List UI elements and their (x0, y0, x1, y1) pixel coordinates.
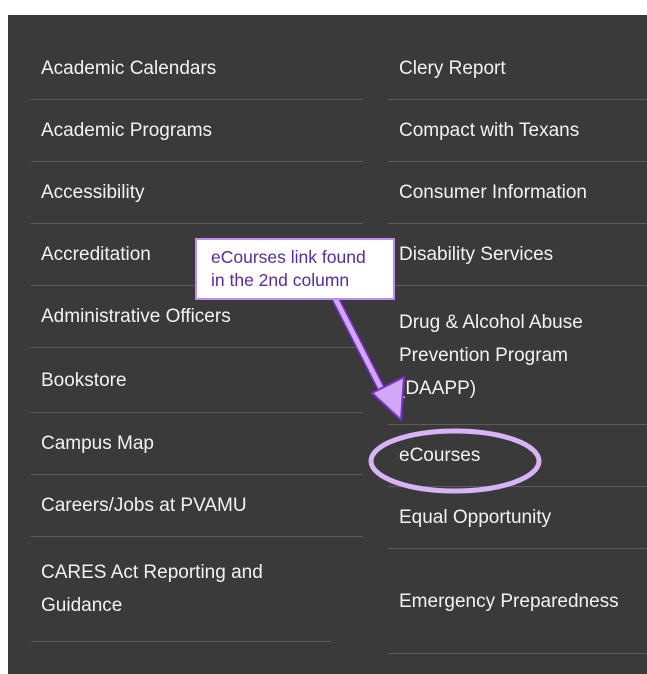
link-emergency-preparedness[interactable]: Emergency Preparedness (388, 549, 647, 654)
link-compact-with-texans[interactable]: Compact with Texans (388, 100, 647, 162)
link-bookstore[interactable]: Bookstore (31, 348, 363, 413)
quick-links-panel: Academic Calendars Academic Programs Acc… (8, 15, 647, 674)
link-ecourses[interactable]: eCourses (388, 425, 647, 487)
link-academic-calendars[interactable]: Academic Calendars (31, 38, 363, 100)
links-column-2: Clery Report Compact with Texans Consume… (388, 38, 647, 654)
link-drug-alcohol-abuse[interactable]: Drug & Alcohol Abuse Prevention Program … (388, 286, 647, 425)
link-consumer-information[interactable]: Consumer Information (388, 162, 647, 224)
link-careers-jobs[interactable]: Careers/Jobs at PVAMU (31, 475, 363, 537)
link-equal-opportunity[interactable]: Equal Opportunity (388, 487, 647, 549)
link-campus-map[interactable]: Campus Map (31, 413, 363, 475)
link-accessibility[interactable]: Accessibility (31, 162, 363, 224)
link-cares-act[interactable]: CARES Act Reporting and Guidance (31, 537, 331, 642)
callout-line-1: eCourses link found (211, 247, 366, 267)
links-column-1: Academic Calendars Academic Programs Acc… (31, 38, 363, 642)
link-clery-report[interactable]: Clery Report (388, 38, 647, 100)
link-academic-programs[interactable]: Academic Programs (31, 100, 363, 162)
link-disability-services[interactable]: Disability Services (388, 224, 647, 286)
annotation-callout: eCourses link found in the 2nd column (195, 238, 395, 300)
callout-line-2: in the 2nd column (211, 270, 350, 290)
